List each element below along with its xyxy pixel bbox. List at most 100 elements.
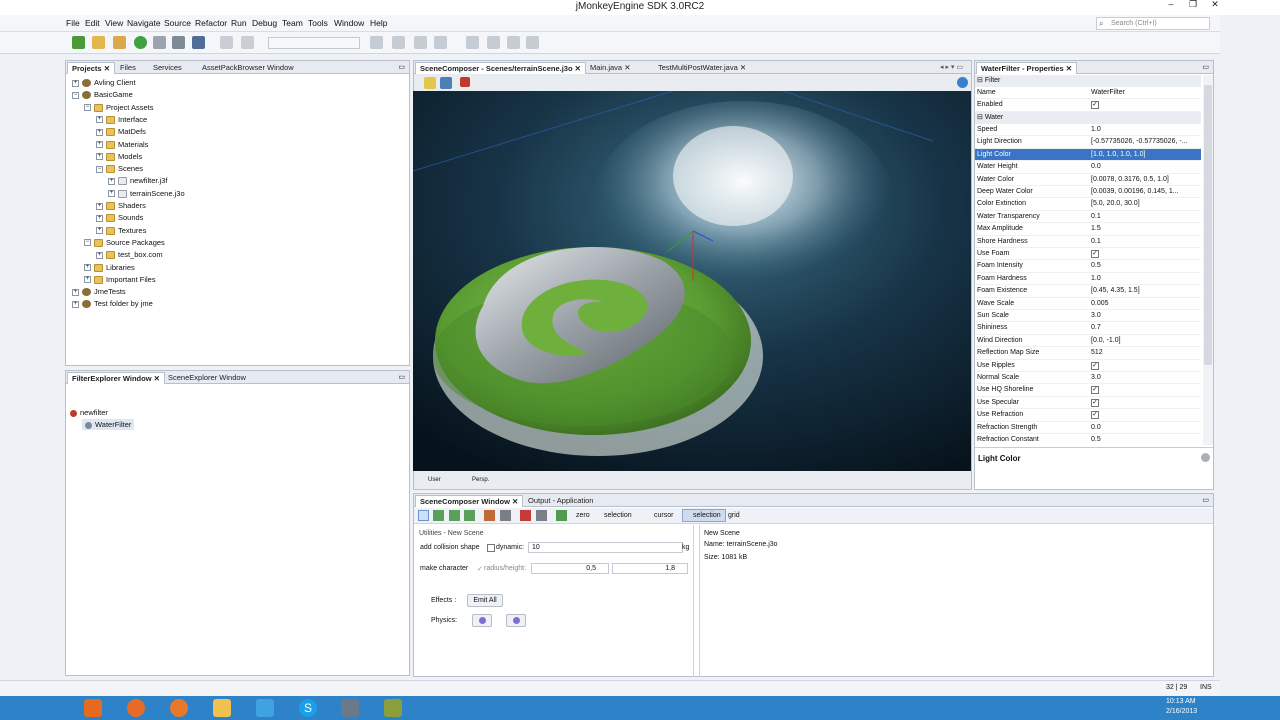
collision-label[interactable]: add collision shape	[420, 544, 480, 551]
tree-item[interactable]: + Libraries	[84, 262, 135, 273]
tab-scene-explorer[interactable]: SceneExplorer Window	[164, 372, 250, 384]
tree-item[interactable]: + test_box.com	[96, 249, 163, 260]
mass-input[interactable]: 10	[528, 542, 683, 553]
expand-icon[interactable]: +	[96, 116, 103, 124]
menu-view[interactable]: View	[105, 18, 123, 28]
prop-checkbox[interactable]: ✓	[1091, 361, 1099, 370]
prop-value[interactable]: 0.0	[1091, 422, 1197, 434]
tab-filter-explorer[interactable]: FilterExplorer Window ✕	[67, 372, 165, 384]
prop-value[interactable]: ✓	[1091, 360, 1197, 372]
prop-row[interactable]: Reflection Map Size 512	[975, 347, 1201, 360]
save-icon[interactable]	[172, 36, 185, 49]
tree-item[interactable]: − Scenes	[96, 163, 143, 174]
prop-row[interactable]: Use Foam ✓	[975, 248, 1201, 261]
explorer-icon[interactable]	[213, 699, 231, 717]
prop-row[interactable]: Use Specular ✓	[975, 397, 1201, 410]
tab-output[interactable]: Output - Application	[524, 495, 597, 507]
cursor-label[interactable]: cursor	[654, 512, 673, 519]
help-icon[interactable]	[957, 77, 968, 88]
blender-icon[interactable]	[170, 699, 188, 717]
light-toggle-icon[interactable]	[424, 77, 436, 89]
prop-row[interactable]: Foam Intensity 0.5	[975, 260, 1201, 273]
prop-row[interactable]: Speed 1.0	[975, 124, 1201, 137]
prop-value[interactable]: ✓	[1091, 397, 1197, 409]
view-persp-label[interactable]: Persp.	[472, 477, 489, 483]
prop-value[interactable]: 3.0	[1091, 310, 1197, 322]
tree-item[interactable]: + MatDefs	[96, 126, 146, 137]
enabled-checkbox[interactable]: ✓	[1091, 101, 1099, 110]
dynamic-checkbox[interactable]	[487, 544, 495, 552]
prop-value[interactable]: 0.5	[1091, 260, 1197, 272]
maximize-button[interactable]: ❐	[1182, 0, 1204, 10]
tab-files[interactable]: Files	[116, 62, 140, 74]
prop-row[interactable]: Water Height 0.0	[975, 161, 1201, 174]
deploy-icon[interactable]	[526, 36, 539, 49]
physics-play-button[interactable]	[472, 614, 492, 627]
prop-row[interactable]: Light Direction [-0.57735026, -0.57735026…	[975, 136, 1201, 149]
scene-viewport[interactable]	[413, 91, 971, 471]
tree-item[interactable]: + newfilter.j3f	[108, 175, 168, 186]
tab-scene-composer[interactable]: SceneComposer - Scenes/terrainScene.j3o …	[415, 62, 586, 74]
minimize-button[interactable]: –	[1160, 0, 1182, 10]
expand-icon[interactable]: +	[72, 300, 79, 308]
run-icon[interactable]	[134, 36, 147, 49]
clean-icon[interactable]	[392, 36, 405, 49]
expand-icon[interactable]: +	[96, 202, 103, 210]
prop-row[interactable]: Shore Hardness 0.1	[975, 236, 1201, 248]
emit-all-button[interactable]: Emit All	[467, 594, 503, 607]
tree-item[interactable]: + Sounds	[96, 212, 143, 223]
tree-item[interactable]: − BasicGame	[72, 89, 133, 100]
expand-icon[interactable]: +	[72, 79, 79, 87]
prop-value[interactable]: 3.0	[1091, 372, 1197, 384]
new-file-icon[interactable]	[72, 36, 85, 49]
grid-label[interactable]: grid	[728, 512, 740, 519]
menu-window[interactable]: Window	[334, 18, 364, 28]
height-input[interactable]: 1,8	[612, 563, 688, 574]
section-water[interactable]: ⊟ Water	[975, 112, 1201, 124]
tree-item[interactable]: + Materials	[96, 139, 148, 150]
minimize-pane-icon[interactable]: ▭	[398, 63, 405, 71]
tree-item[interactable]: + JmeTests	[72, 286, 126, 297]
tree-item[interactable]: + Interface	[96, 114, 147, 125]
prop-row[interactable]: Water Transparency 0.1	[975, 211, 1201, 224]
radius-input[interactable]: 0,5	[531, 563, 609, 574]
prop-row[interactable]: Sun Scale 3.0	[975, 310, 1201, 323]
scrollbar-thumb[interactable]	[1204, 85, 1212, 365]
menu-edit[interactable]: Edit	[85, 18, 100, 28]
attach-icon[interactable]	[507, 36, 520, 49]
expand-icon[interactable]: +	[96, 141, 103, 149]
tab-nav-icons[interactable]: ◂ ▸ ▾ ▭	[940, 63, 963, 71]
prop-value[interactable]: 0.1	[1091, 236, 1197, 248]
run-project-icon[interactable]	[414, 36, 427, 49]
prop-row-enabled[interactable]: Enabled ✓	[975, 99, 1201, 112]
prop-value[interactable]: 512	[1091, 347, 1197, 359]
prop-value[interactable]: ✓	[1091, 248, 1197, 260]
tab-composer-window[interactable]: SceneComposer Window ✕	[415, 495, 524, 507]
forward-tool-icon[interactable]	[556, 510, 567, 521]
grid-tool-icon[interactable]	[433, 510, 444, 521]
firefox-icon[interactable]	[127, 699, 145, 717]
terrain-tool-icon[interactable]	[449, 510, 460, 521]
collapse-icon[interactable]: −	[96, 165, 103, 173]
menu-navigate[interactable]: Navigate	[127, 18, 161, 28]
tab-projects[interactable]: Projects ✕	[67, 62, 115, 74]
prop-row[interactable]: Max Amplitude 1.5	[975, 223, 1201, 236]
prop-checkbox[interactable]: ✓	[1091, 250, 1099, 258]
prop-row[interactable]: Foam Existence [0.45, 4.35, 1.5]	[975, 285, 1201, 298]
prop-value[interactable]: 0.5	[1091, 434, 1197, 445]
redo-icon[interactable]	[241, 36, 254, 49]
selection-label[interactable]: selection	[604, 512, 632, 519]
expand-icon[interactable]: +	[108, 177, 115, 185]
physics-pause-button[interactable]	[506, 614, 526, 627]
info-icon[interactable]	[1201, 453, 1210, 462]
menu-help[interactable]: Help	[370, 18, 387, 28]
prop-value[interactable]: 0.1	[1091, 211, 1197, 223]
prop-row[interactable]: Use HQ Shoreline ✓	[975, 384, 1201, 397]
select-tool-icon[interactable]	[418, 510, 429, 521]
tools-icon[interactable]	[341, 699, 359, 717]
prop-row[interactable]: Wind Direction [0.0, -1.0]	[975, 335, 1201, 348]
tab-test-water[interactable]: TestMultiPostWater.java ✕	[654, 62, 750, 74]
prop-value[interactable]: [5.0, 20.0, 30.0]	[1091, 198, 1197, 210]
expand-icon[interactable]: +	[96, 251, 103, 259]
prop-row[interactable]: Use Ripples ✓	[975, 360, 1201, 372]
